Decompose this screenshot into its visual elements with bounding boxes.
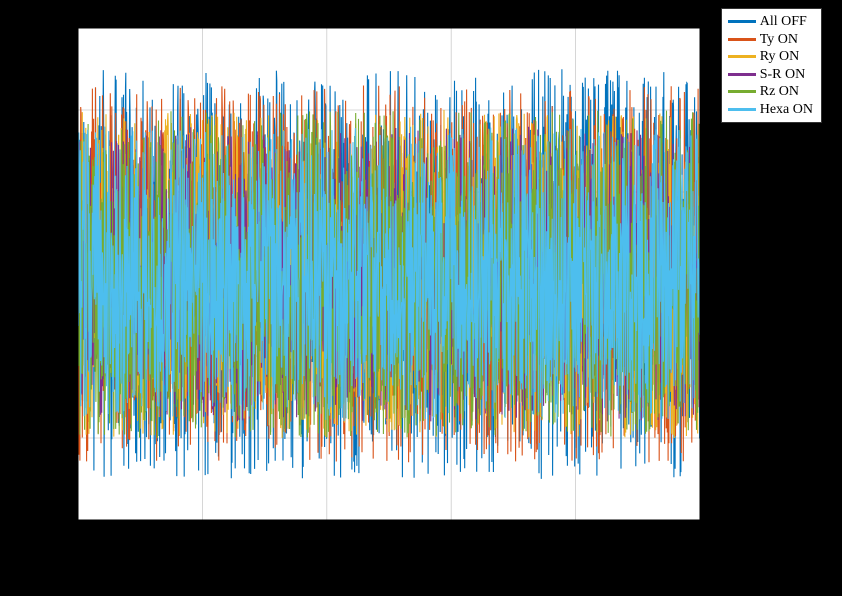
x-tick-label: 500 bbox=[690, 533, 711, 548]
x-tick-label: 300 bbox=[441, 533, 462, 548]
y-tick-label: 2 bbox=[61, 104, 68, 119]
legend-label: All OFF bbox=[760, 13, 807, 31]
chart-container: 0100200300400500-3-2-10123×10-6Time [s]x… bbox=[0, 0, 842, 596]
y-tick-label: -3 bbox=[56, 514, 68, 529]
legend-swatch bbox=[728, 20, 756, 23]
x-tick-label: 400 bbox=[565, 533, 586, 548]
y-tick-label: -1 bbox=[56, 350, 68, 365]
y-tick-label: 1 bbox=[61, 186, 68, 201]
legend-item: Hexa ON bbox=[728, 101, 813, 119]
legend-label: Hexa ON bbox=[760, 101, 813, 119]
legend-item: S-R ON bbox=[728, 66, 813, 84]
chart-plot: 0100200300400500-3-2-10123×10-6Time [s]x… bbox=[0, 0, 842, 596]
legend-swatch bbox=[728, 90, 756, 93]
legend-swatch bbox=[728, 108, 756, 111]
x-tick-label: 100 bbox=[192, 533, 213, 548]
y-tick-label: 0 bbox=[61, 268, 68, 283]
legend-item: Rz ON bbox=[728, 83, 813, 101]
y-axis-label: xh [m] bbox=[17, 254, 39, 295]
legend-item: All OFF bbox=[728, 13, 813, 31]
legend-swatch bbox=[728, 55, 756, 58]
x-axis-label: Time [s] bbox=[362, 557, 416, 574]
legend-swatch bbox=[728, 38, 756, 41]
legend-swatch bbox=[728, 73, 756, 76]
legend-item: Ry ON bbox=[728, 48, 813, 66]
legend-label: S-R ON bbox=[760, 66, 806, 84]
x-tick-label: 0 bbox=[75, 533, 82, 548]
legend-label: Ry ON bbox=[760, 48, 800, 66]
legend-item: Ty ON bbox=[728, 31, 813, 49]
y-exponent: ×10-6 bbox=[56, 9, 86, 27]
y-tick-label: -2 bbox=[56, 432, 68, 447]
legend: All OFFTy ONRy ONS-R ONRz ONHexa ON bbox=[721, 8, 822, 123]
x-tick-label: 200 bbox=[316, 533, 337, 548]
legend-label: Rz ON bbox=[760, 83, 799, 101]
legend-label: Ty ON bbox=[760, 31, 798, 49]
